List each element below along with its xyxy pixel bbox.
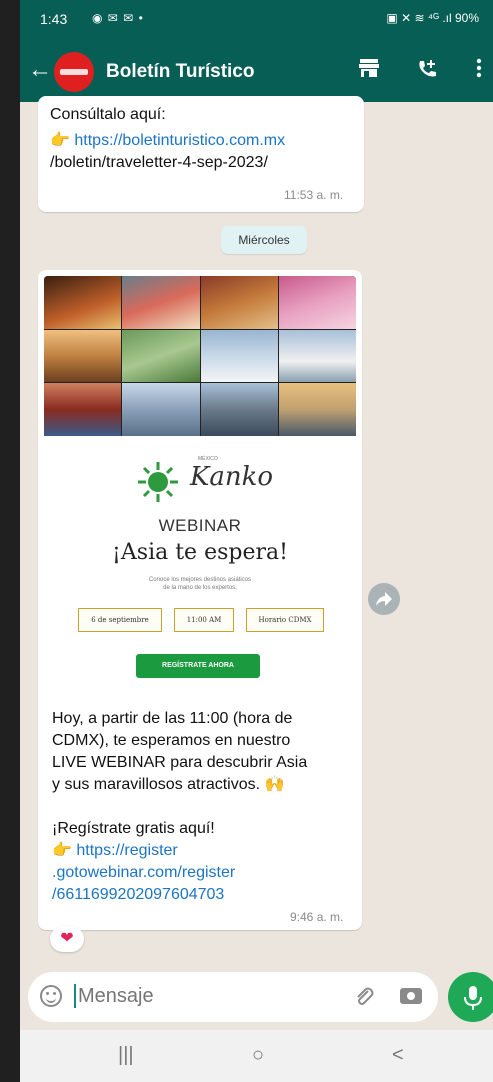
link[interactable]: .gotowebinar.com/register <box>52 862 352 884</box>
subtitle-line: Conoce los mejores destinos asiáticos <box>148 577 252 583</box>
text-line: LIVE WEBINAR para descubrir Asia <box>52 754 308 771</box>
status-bar: 1:43 ◉ ✉ ✉ • ▣ ✕ ≋ ⁴ᴳ .ıl 90% <box>20 0 493 40</box>
link[interactable]: /6611699202097604703 <box>52 884 352 906</box>
message-input[interactable] <box>76 984 340 1009</box>
webinar-flyer[interactable]: MÉXICO Kanko WEBINAR ¡Asia te espera! Co… <box>44 436 356 698</box>
subtitle-line: de la mano de los expertos. <box>163 585 237 591</box>
add-call-icon[interactable] <box>414 58 440 84</box>
text-line: ¡Regístrate gratis aquí! <box>52 820 215 837</box>
system-nav-bar: ||| ○ < <box>20 1030 493 1082</box>
message-text: Hoy, a partir de las 11:00 (hora de CDMX… <box>52 708 352 906</box>
mic-button[interactable] <box>448 972 493 1022</box>
nav-back-button[interactable]: < <box>392 1044 404 1067</box>
emoji-icon[interactable] <box>40 985 62 1007</box>
system-status-icons: ▣ ✕ ≋ ⁴ᴳ .ıl 90% <box>386 11 479 25</box>
avatar[interactable] <box>54 52 94 92</box>
heart-reaction[interactable]: ❤ <box>50 926 84 952</box>
notification-icons: ◉ ✉ ✉ • <box>92 11 144 25</box>
brand-name: Kanko <box>190 462 274 492</box>
date-pill: 6 de septiembre <box>78 608 162 632</box>
time-pill: 11:00 AM <box>174 608 234 632</box>
link-row[interactable]: 👉 https://register <box>52 840 352 862</box>
sun-logo-icon <box>138 462 178 502</box>
link[interactable]: https://boletinturistico.com.mx <box>74 132 285 149</box>
status-time: 1:43 <box>40 11 68 27</box>
pointing-hand-icon: 👉 <box>52 842 72 859</box>
webinar-label: WEBINAR <box>158 516 242 535</box>
chat-area[interactable]: Consúltalo aquí: 👉 https://boletinturist… <box>20 96 493 972</box>
kanko-logo: MÉXICO Kanko <box>136 456 273 508</box>
link-row[interactable]: 👉 https://boletinturistico.com.mx <box>50 130 285 150</box>
forward-button[interactable] <box>368 583 400 615</box>
text-line: y sus maravillosos atractivos. 🙌 <box>52 776 285 793</box>
more-vert-icon[interactable] <box>466 58 492 84</box>
message-text: Consúltalo aquí: <box>50 106 166 123</box>
phone-screen: 1:43 ◉ ✉ ✉ • ▣ ✕ ≋ ⁴ᴳ .ıl 90% ← Boletín … <box>20 0 493 1082</box>
link[interactable]: https://register <box>76 842 177 859</box>
camera-icon[interactable] <box>400 988 422 1004</box>
message-time: 11:53 a. m. <box>284 188 344 202</box>
timezone-pill: Horario CDMX <box>246 608 324 632</box>
message-bubble[interactable]: Consúltalo aquí: 👉 https://boletinturist… <box>38 96 364 212</box>
text-line: CDMX), te esperamos en nuestro <box>52 732 291 749</box>
register-now-button[interactable]: REGÍSTRATE AHORA <box>136 654 260 678</box>
forward-icon <box>376 592 392 606</box>
destination-collage-image[interactable] <box>44 276 356 436</box>
date-chip: Miércoles <box>221 226 307 254</box>
text-line: Hoy, a partir de las 11:00 (hora de <box>52 710 293 727</box>
chat-header: ← Boletín Turístico <box>20 40 493 102</box>
message-composer[interactable] <box>28 972 438 1022</box>
pointing-hand-icon: 👉 <box>50 132 70 149</box>
attach-icon[interactable] <box>354 986 374 1014</box>
message-bubble[interactable]: MÉXICO Kanko WEBINAR ¡Asia te espera! Co… <box>38 270 362 930</box>
message-time: 9:46 a. m. <box>290 910 344 924</box>
flyer-headline: ¡Asia te espera! <box>112 540 288 565</box>
recents-button[interactable]: ||| <box>118 1044 134 1067</box>
store-icon[interactable] <box>356 58 382 84</box>
chat-title[interactable]: Boletín Turístico <box>106 61 254 83</box>
back-arrow-icon[interactable]: ← <box>28 56 52 84</box>
link[interactable]: /boletin/traveletter-4-sep-2023/ <box>50 154 268 172</box>
mic-icon <box>464 986 482 1010</box>
flyer-subtitle: Conoce los mejores destinos asiáticos de… <box>44 576 356 592</box>
home-button[interactable]: ○ <box>252 1044 264 1067</box>
